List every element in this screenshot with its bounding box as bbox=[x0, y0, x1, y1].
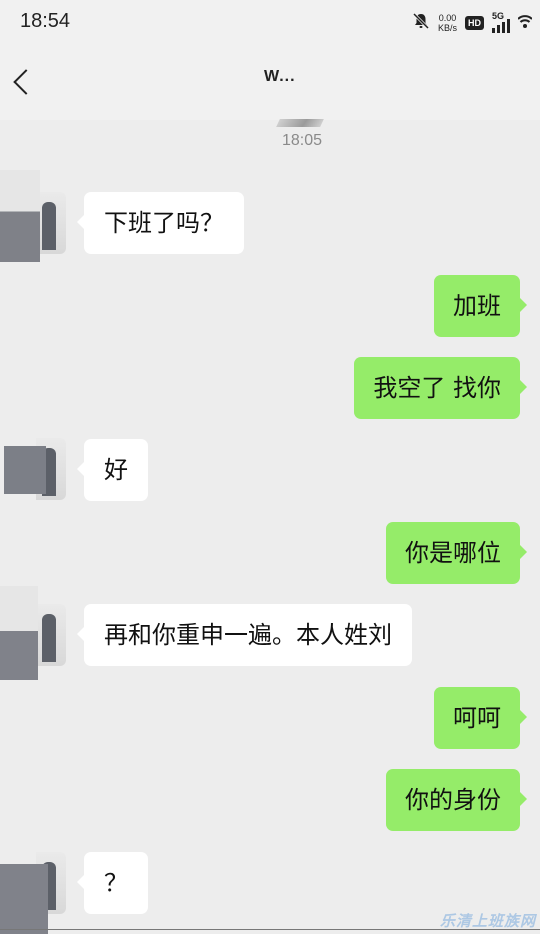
bell-off-icon bbox=[412, 12, 430, 34]
outgoing-message[interactable]: 你是哪位 bbox=[386, 522, 527, 584]
outgoing-message[interactable]: 你的身份 bbox=[386, 769, 527, 831]
avatar-redaction bbox=[0, 170, 40, 262]
incoming-message[interactable]: 下班了吗？ bbox=[77, 192, 244, 254]
avatar-redaction bbox=[0, 586, 38, 680]
outgoing-message[interactable]: 呵呵 bbox=[434, 687, 527, 749]
outgoing-message[interactable]: 我空了 找你 bbox=[354, 357, 527, 419]
status-time: 18:54 bbox=[20, 10, 71, 32]
signal-icon: 5G bbox=[492, 11, 510, 33]
watermark: 乐清上班族网 bbox=[439, 912, 536, 930]
incoming-message[interactable]: 再和你重申一遍。本人姓刘 bbox=[77, 604, 412, 666]
bottom-divider bbox=[0, 929, 540, 930]
network-speed-value: 0.00 bbox=[438, 13, 457, 23]
network-speed-unit: KB/s bbox=[437, 23, 457, 33]
hd-badge: HD bbox=[465, 16, 484, 30]
chat-title: W... bbox=[264, 68, 296, 85]
avatar-redaction bbox=[0, 864, 48, 934]
outgoing-message[interactable]: 加班 bbox=[434, 275, 527, 337]
back-button[interactable] bbox=[6, 62, 40, 102]
back-icon bbox=[13, 69, 39, 95]
network-type-label: 5G bbox=[492, 11, 505, 21]
chat-header: W... bbox=[0, 46, 540, 120]
incoming-message[interactable]: ？ bbox=[77, 852, 148, 914]
network-speed: 0.00 KB/s bbox=[438, 13, 457, 33]
message-timestamp: 18:05 bbox=[281, 132, 323, 149]
avatar-redaction bbox=[4, 446, 46, 494]
status-bar: 18:54 0.00 KB/s HD 5G bbox=[0, 0, 540, 46]
sender-avatar[interactable] bbox=[36, 604, 66, 666]
wifi-icon bbox=[517, 13, 533, 33]
incoming-message[interactable]: 好 bbox=[77, 439, 148, 501]
title-redaction bbox=[276, 119, 324, 127]
sender-avatar[interactable] bbox=[36, 192, 66, 254]
status-icons: 0.00 KB/s HD 5G bbox=[412, 11, 533, 35]
